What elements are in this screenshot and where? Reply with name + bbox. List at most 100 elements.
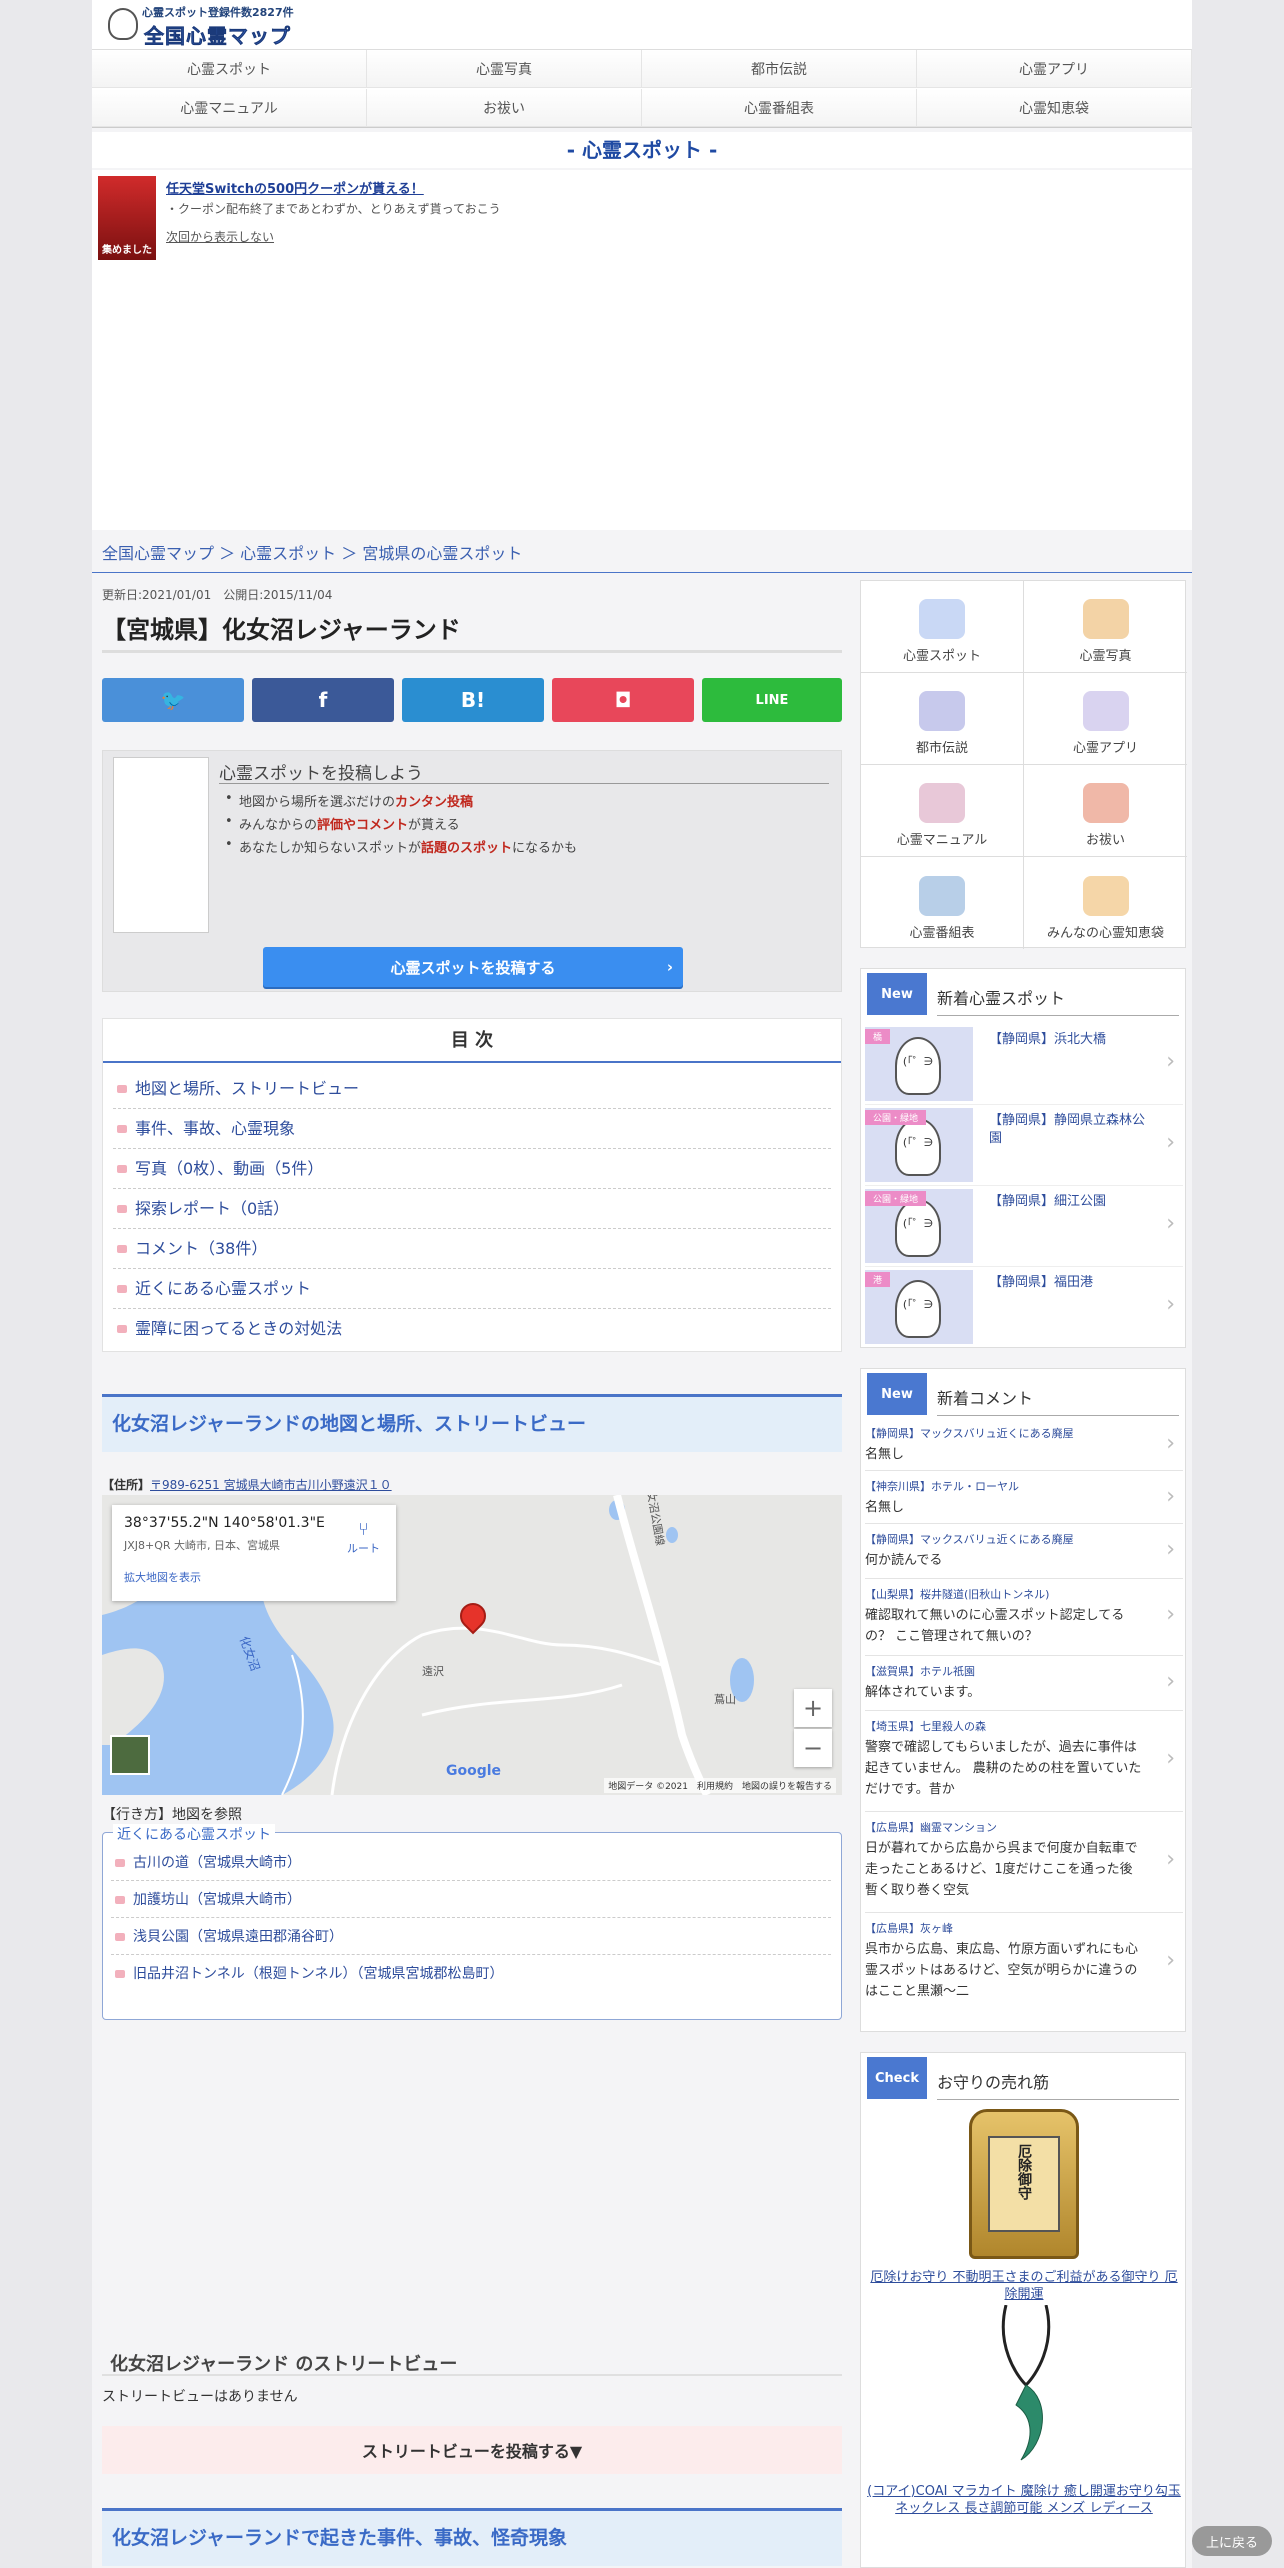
site-logo[interactable]: 全国心霊マップ [144, 20, 291, 49]
tv-icon [919, 876, 965, 916]
ad-hide-link[interactable]: 次回から表示しない [166, 228, 274, 245]
map-footer[interactable]: 地図データ ©2021 利用規約 地図の誤りを報告する [604, 1778, 836, 1793]
streetview-none-text: ストリートビューはありません [102, 2389, 298, 2405]
comment-item[interactable]: 【静岡県】マックスバリュ近くにある廃屋 何か読んでる › [865, 1525, 1183, 1579]
title-underline [102, 650, 842, 653]
chevron-right-icon: › [1166, 1602, 1175, 1627]
toc-item[interactable]: 霊障に困ってるときの対処法 [113, 1309, 831, 1349]
list-item[interactable]: (「゜∋ 港 【静岡県】福田港 › [865, 1268, 1183, 1348]
product-link[interactable]: 厄除けお守り 不動明王さまのご利益がある御守り 厄除開運 [865, 2269, 1183, 2303]
comment-item[interactable]: 【滋賀県】ホテル祇園 解体されています。 › [865, 1657, 1183, 1711]
grid-item-exorcism[interactable]: お祓い [1024, 765, 1187, 857]
grid-item-apps[interactable]: 心霊アプリ [1024, 673, 1187, 765]
comment-item[interactable]: 【山梨県】桜井隧道(旧秋山トンネル) 確認取れて無いのに心霊スポット認定してるの？… [865, 1580, 1183, 1656]
category-grid: 心霊スポット 心霊写真 都市伝説 心霊アプリ 心霊マニュアル お祓い 心霊番組表… [860, 580, 1187, 949]
smartphone-icon [1082, 691, 1129, 731]
facebook-share-button[interactable]: f [252, 678, 394, 722]
nav-item-qa[interactable]: 心霊知恵袋 [917, 89, 1192, 127]
hatena-icon: B! [460, 688, 486, 712]
pocket-share-button[interactable]: ◘ [552, 678, 694, 722]
nav-item-photos[interactable]: 心霊写真 [367, 50, 642, 88]
nearby-spot-link[interactable]: 古川の道（宮城県大崎市） [111, 1845, 831, 1881]
nav-item-legends[interactable]: 都市伝説 [642, 50, 917, 88]
grid-item-manual[interactable]: 心霊マニュアル [861, 765, 1024, 857]
zoom-out-button[interactable]: − [794, 1729, 832, 1767]
ad-banner: 集めました 任天堂Switchの500円クーポンが貰える！ ・クーポン配布終了ま… [92, 170, 1192, 265]
grid-item-spots[interactable]: 心霊スポット [861, 581, 1024, 673]
nav-item-apps[interactable]: 心霊アプリ [917, 50, 1192, 88]
toc-item[interactable]: 事件、事故、心霊現象 [113, 1109, 831, 1149]
nav-item-manual[interactable]: 心霊マニュアル [92, 89, 367, 127]
nearby-spot-link[interactable]: 旧品井沼トンネル（根廻トンネル）（宮城県宮城郡松島町） [111, 1956, 831, 1992]
panel-divider [937, 2099, 1179, 2100]
spot-badge: 港 [865, 1272, 891, 1287]
enlarge-map-link[interactable]: 拡大地図を表示 [124, 1569, 384, 1585]
spot-thumbnail: (「゜∋ 公園・緑地 [865, 1108, 973, 1182]
nearby-spots-label: 近くにある心霊スポット [113, 1824, 275, 1844]
new-comments-panel: New 新着コメント 【静岡県】マックスバリュ近くにある廃屋 名無し › 【神奈川県… [860, 1368, 1186, 2032]
hatena-share-button[interactable]: B! [402, 678, 544, 722]
zoom-in-button[interactable]: + [794, 1689, 832, 1727]
embedded-map[interactable]: 化女沼公園線 化女沼 遠沢 蔦山 38°37'55.2"N 140°58'01.… [102, 1495, 842, 1795]
ad-description: ・クーポン配布終了まであとわずか、とりあえず貰っておこう [166, 202, 501, 216]
breadcrumb[interactable]: 全国心霊マップ ＞ 心霊スポット ＞ 宮城県の心霊スポット [102, 540, 522, 564]
omamori-image[interactable]: 厄除御守 [969, 2109, 1079, 2259]
grid-item-photos[interactable]: 心霊写真 [1024, 581, 1187, 673]
grid-item-legends[interactable]: 都市伝説 [861, 673, 1024, 765]
map-info-card: 38°37'55.2"N 140°58'01.3"E JXJ8+QR 大崎市, … [112, 1505, 396, 1601]
spot-badge: 公園・緑地 [865, 1110, 927, 1125]
panel-divider [937, 1015, 1179, 1016]
spot-badge: 公園・緑地 [865, 1191, 927, 1206]
ad-thumbnail[interactable]: 集めました [98, 176, 156, 260]
chevron-right-icon: › [1166, 1130, 1175, 1155]
ad-title-link[interactable]: 任天堂Switchの500円クーポンが貰える！ [166, 178, 424, 197]
back-to-top-button[interactable]: 上に戻る [1192, 2526, 1272, 2556]
ghost-logo-icon[interactable] [108, 8, 138, 40]
comment-item[interactable]: 【広島県】灰ヶ峰 呉市から広島、東広島、竹原方面いずれにも心霊スポットはあるけど、… [865, 1914, 1183, 2014]
chevron-right-icon: › [666, 958, 673, 976]
satellite-toggle[interactable] [110, 1735, 150, 1775]
toc-item[interactable]: 写真（0枚）、動画（5件） [113, 1149, 831, 1189]
grid-item-qa[interactable]: みんなの心霊知恵袋 [1024, 857, 1187, 949]
spot-name: 【静岡県】福田港 [989, 1275, 1094, 1290]
new-comments-title: 新着コメント [937, 1389, 1034, 1408]
table-of-contents: 目 次 地図と場所、ストリートビュー 事件、事故、心霊現象 写真（0枚）、動画（… [102, 1018, 842, 1352]
route-button[interactable]: ⑂ ルート [347, 1519, 380, 1556]
google-logo: Google [446, 1763, 502, 1779]
toc-item[interactable]: 探索レポート（0話） [113, 1189, 831, 1229]
nearby-spot-link[interactable]: 加護坊山（宮城県大崎市） [111, 1882, 831, 1918]
necklace-image[interactable] [991, 2305, 1061, 2465]
chevron-right-icon: › [1166, 1431, 1175, 1456]
product-link[interactable]: (コアイ)COAI マラカイト 魔除け 癒し開運お守り勾玉ネックレス 長さ調節可… [865, 2483, 1183, 2517]
comment-item[interactable]: 【静岡県】マックスバリュ近くにある廃屋 名無し › [865, 1419, 1183, 1471]
grid-item-tv[interactable]: 心霊番組表 [861, 857, 1024, 949]
nearby-spot-link[interactable]: 浅貝公園（宮城県遠田郡涌谷町） [111, 1919, 831, 1955]
twitter-share-button[interactable]: 🐦 [102, 678, 244, 722]
nav-item-exorcism[interactable]: お祓い [367, 89, 642, 127]
chevron-right-icon: › [1166, 1948, 1175, 1973]
speech-bubble-icon [919, 691, 965, 731]
comment-item[interactable]: 【埼玉県】七里殺人の森 警察で確認してもらいましたが、過去に事件は起きていません。… [865, 1712, 1183, 1812]
check-tag: Check [867, 2057, 927, 2099]
address-link[interactable]: 〒989-6251 宮城県大崎市古川小野遠沢１０ [150, 1478, 392, 1492]
list-item[interactable]: (「゜∋ 橋 【静岡県】浜北大橋 › [865, 1025, 1183, 1105]
chevron-right-icon: › [1166, 1292, 1175, 1317]
list-item[interactable]: (「゜∋ 公園・緑地 【静岡県】細江公園 › [865, 1187, 1183, 1267]
comment-item[interactable]: 【広島県】幽霊マンション 日が暮れてから広島から呉まで何度か自転車で走ったことある… [865, 1813, 1183, 1913]
streetview-divider [102, 2374, 842, 2376]
nav-item-spots[interactable]: 心霊スポット [92, 50, 367, 88]
toc-item[interactable]: 地図と場所、ストリートビュー [113, 1069, 831, 1109]
nav-item-tv[interactable]: 心霊番組表 [642, 89, 917, 127]
line-share-button[interactable]: LINE [702, 678, 842, 722]
list-item[interactable]: (「゜∋ 公園・緑地 【静岡県】静岡県立森林公園 › [865, 1106, 1183, 1186]
place-label: 蔦山 [714, 1693, 736, 1706]
toc-item[interactable]: 近くにある心霊スポット [113, 1269, 831, 1309]
spot-thumbnail: (「゜∋ 橋 [865, 1027, 973, 1101]
post-streetview-button[interactable]: ストリートビューを投稿する▼ [102, 2426, 842, 2474]
spot-name: 【静岡県】細江公園 [989, 1194, 1107, 1209]
post-spot-button[interactable]: 心霊スポットを投稿する › [263, 947, 683, 987]
toc-item[interactable]: コメント（38件） [113, 1229, 831, 1269]
new-spots-panel: New 新着心霊スポット (「゜∋ 橋【静岡県】浜北大橋 › (「゜∋ 公園・緑地 【静… [860, 968, 1186, 1348]
comment-item[interactable]: 【神奈川県】ホテル・ローヤル 名無し › [865, 1472, 1183, 1524]
route-note: 【行き方】地図を参照 [102, 1807, 242, 1823]
